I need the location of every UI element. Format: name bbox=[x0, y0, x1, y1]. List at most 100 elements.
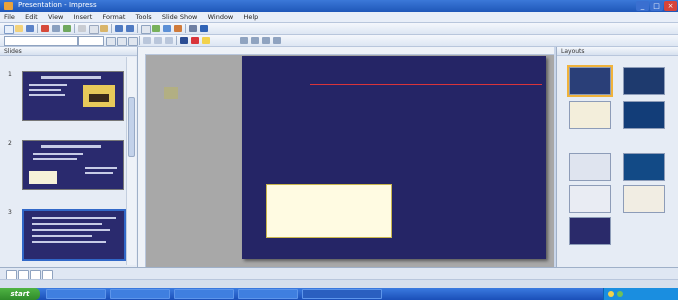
system-tray bbox=[603, 288, 678, 300]
slide-editing-area bbox=[138, 47, 554, 267]
undo-icon[interactable] bbox=[115, 25, 123, 32]
menu-window[interactable]: Window bbox=[204, 12, 238, 22]
slides-pane: Slides 1 2 3 bbox=[0, 47, 138, 267]
thumb-text-line bbox=[85, 172, 113, 174]
movie-icon[interactable] bbox=[174, 25, 182, 32]
bold-icon[interactable] bbox=[106, 37, 116, 46]
layout-option[interactable] bbox=[569, 153, 611, 181]
layout-option[interactable] bbox=[567, 65, 613, 97]
font-size-combo[interactable] bbox=[78, 36, 104, 46]
right-text-block-bottom[interactable] bbox=[470, 198, 544, 242]
toolbar-separator bbox=[37, 24, 38, 33]
title-underline bbox=[310, 84, 542, 85]
thumb-text-line bbox=[32, 223, 102, 225]
cut-icon[interactable] bbox=[78, 25, 86, 32]
close-button[interactable]: × bbox=[664, 1, 677, 11]
vertical-ruler bbox=[138, 54, 146, 267]
layout-option[interactable] bbox=[623, 185, 665, 213]
menu-slide-show[interactable]: Slide Show bbox=[158, 12, 201, 22]
slides-scrollbar[interactable] bbox=[126, 57, 136, 265]
formatting-toolbar bbox=[0, 35, 678, 47]
tray-icon[interactable] bbox=[617, 291, 623, 297]
maximize-button[interactable]: □ bbox=[650, 1, 663, 11]
menu-view[interactable]: View bbox=[44, 12, 67, 22]
thumb-title-bar bbox=[41, 76, 101, 79]
layout-option[interactable] bbox=[569, 101, 611, 129]
menu-help[interactable]: Help bbox=[239, 12, 262, 22]
layout-option[interactable] bbox=[623, 153, 665, 181]
chart-icon[interactable] bbox=[163, 25, 171, 32]
menu-edit[interactable]: Edit bbox=[21, 12, 42, 22]
slide-show-icon[interactable] bbox=[240, 37, 248, 44]
thumb-text-line bbox=[32, 241, 106, 243]
italic-icon[interactable] bbox=[117, 37, 127, 46]
align-center-icon[interactable] bbox=[154, 37, 162, 44]
taskbar-app[interactable] bbox=[110, 289, 170, 299]
font-name-combo[interactable] bbox=[4, 36, 78, 46]
layout-option[interactable] bbox=[623, 67, 665, 95]
new-icon[interactable] bbox=[4, 25, 14, 34]
help-icon[interactable] bbox=[200, 25, 208, 32]
align-right-icon[interactable] bbox=[165, 37, 173, 44]
slide-layout-icon[interactable] bbox=[273, 37, 281, 44]
window-title-bar: Presentation - Impress _ □ × bbox=[0, 0, 678, 12]
align-left-icon[interactable] bbox=[143, 37, 151, 44]
start-button[interactable]: start bbox=[0, 288, 40, 300]
layout-option[interactable] bbox=[569, 185, 611, 213]
thumb-picture-detail bbox=[89, 94, 109, 102]
taskbar-app[interactable] bbox=[46, 289, 106, 299]
menu-tools[interactable]: Tools bbox=[132, 12, 156, 22]
selection-handle[interactable] bbox=[164, 87, 178, 99]
save-icon[interactable] bbox=[26, 25, 34, 32]
slide-design-icon[interactable] bbox=[262, 37, 270, 44]
menu-file[interactable]: File bbox=[0, 12, 19, 22]
taskbar: start bbox=[0, 288, 678, 300]
slides-pane-header: Slides bbox=[0, 47, 137, 56]
taskbar-app-active[interactable] bbox=[302, 289, 382, 299]
copy-icon[interactable] bbox=[89, 25, 99, 34]
toolbar-separator bbox=[74, 24, 75, 33]
underline-icon[interactable] bbox=[128, 37, 138, 46]
slide-thumbnail-2[interactable] bbox=[22, 140, 124, 190]
table-icon[interactable] bbox=[141, 25, 151, 34]
task-pane-section bbox=[563, 141, 673, 149]
taskbar-app[interactable] bbox=[238, 289, 298, 299]
bullets-icon[interactable] bbox=[180, 37, 188, 44]
highlight-icon[interactable] bbox=[202, 37, 210, 44]
slide-thumbnail-1[interactable] bbox=[22, 71, 124, 121]
menu-insert[interactable]: Insert bbox=[70, 12, 97, 22]
spellcheck-icon[interactable] bbox=[63, 25, 71, 32]
slide-canvas[interactable] bbox=[242, 56, 546, 259]
menu-bar: File Edit View Insert Format Tools Slide… bbox=[0, 12, 678, 23]
paste-icon[interactable] bbox=[100, 25, 108, 32]
menu-format[interactable]: Format bbox=[99, 12, 130, 22]
note-box[interactable] bbox=[266, 184, 392, 238]
open-icon[interactable] bbox=[15, 25, 23, 32]
navigator-icon[interactable] bbox=[189, 25, 197, 32]
thumb-title-bar bbox=[41, 145, 101, 148]
export-pdf-icon[interactable] bbox=[41, 25, 49, 32]
taskbar-app[interactable] bbox=[174, 289, 234, 299]
scrollbar-thumb[interactable] bbox=[128, 97, 135, 157]
thumb-text-line bbox=[32, 217, 116, 219]
redo-icon[interactable] bbox=[126, 25, 134, 32]
task-pane: Layouts bbox=[556, 47, 678, 267]
print-icon[interactable] bbox=[52, 25, 60, 32]
tray-icon[interactable] bbox=[608, 291, 614, 297]
thumb-text-line bbox=[29, 89, 61, 91]
layout-option[interactable] bbox=[623, 101, 665, 129]
minimize-button[interactable]: _ bbox=[636, 1, 649, 11]
toolbar-separator bbox=[111, 24, 112, 33]
thumb-text-line bbox=[33, 158, 77, 160]
slide-thumbnail-3[interactable] bbox=[22, 209, 126, 261]
toolbar-separator bbox=[137, 24, 138, 33]
toolbar-separator bbox=[176, 36, 177, 45]
standard-toolbar bbox=[0, 23, 678, 35]
thumb-text-line bbox=[29, 84, 67, 86]
right-text-block-top[interactable] bbox=[470, 114, 544, 154]
layout-option[interactable] bbox=[569, 217, 611, 245]
image-icon[interactable] bbox=[152, 25, 160, 32]
font-color-icon[interactable] bbox=[191, 37, 199, 44]
new-slide-icon[interactable] bbox=[251, 37, 259, 44]
thumb-text-line bbox=[29, 94, 65, 96]
